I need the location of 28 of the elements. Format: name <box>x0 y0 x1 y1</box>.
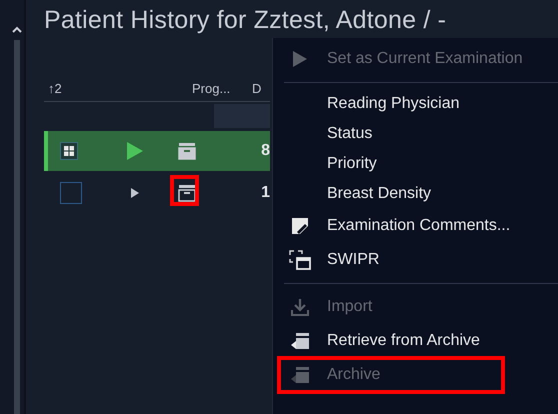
table-cell-text: 8 <box>260 142 270 160</box>
column-header[interactable]: ↑2 <box>44 80 192 96</box>
column-header[interactable]: D <box>252 80 262 96</box>
table-cell-text: 1 <box>260 184 270 202</box>
menu-item[interactable]: Status <box>273 119 558 149</box>
pencil-note-icon <box>291 217 309 235</box>
menu-item[interactable]: Examination Comments... <box>273 209 558 243</box>
checkbox-icon[interactable] <box>60 182 82 204</box>
menu-item[interactable]: Priority <box>273 149 558 179</box>
scrollbar[interactable] <box>0 0 26 414</box>
menu-item[interactable]: Reading Physician <box>273 89 558 119</box>
table-row[interactable]: 8 <box>44 131 270 171</box>
grid-icon[interactable] <box>60 142 78 160</box>
window-icon <box>289 250 311 270</box>
play-icon[interactable] <box>130 188 139 198</box>
scroll-up-icon[interactable] <box>12 26 22 34</box>
column-header[interactable]: Prog... <box>192 80 252 96</box>
menu-item[interactable]: SWIPR <box>273 243 558 277</box>
window-title: Patient History for Zztest, Adtone / - <box>44 6 448 35</box>
archive-icon <box>290 332 310 350</box>
play-icon <box>293 51 307 67</box>
menu-item[interactable]: Retrieve from Archive <box>273 324 558 358</box>
archive-icon <box>178 184 196 202</box>
menu-item[interactable]: Breast Density <box>273 179 558 209</box>
download-icon <box>291 298 309 316</box>
archive-icon <box>290 366 310 384</box>
table-row[interactable]: 1 <box>44 174 270 212</box>
scroll-thumb[interactable] <box>14 40 20 414</box>
